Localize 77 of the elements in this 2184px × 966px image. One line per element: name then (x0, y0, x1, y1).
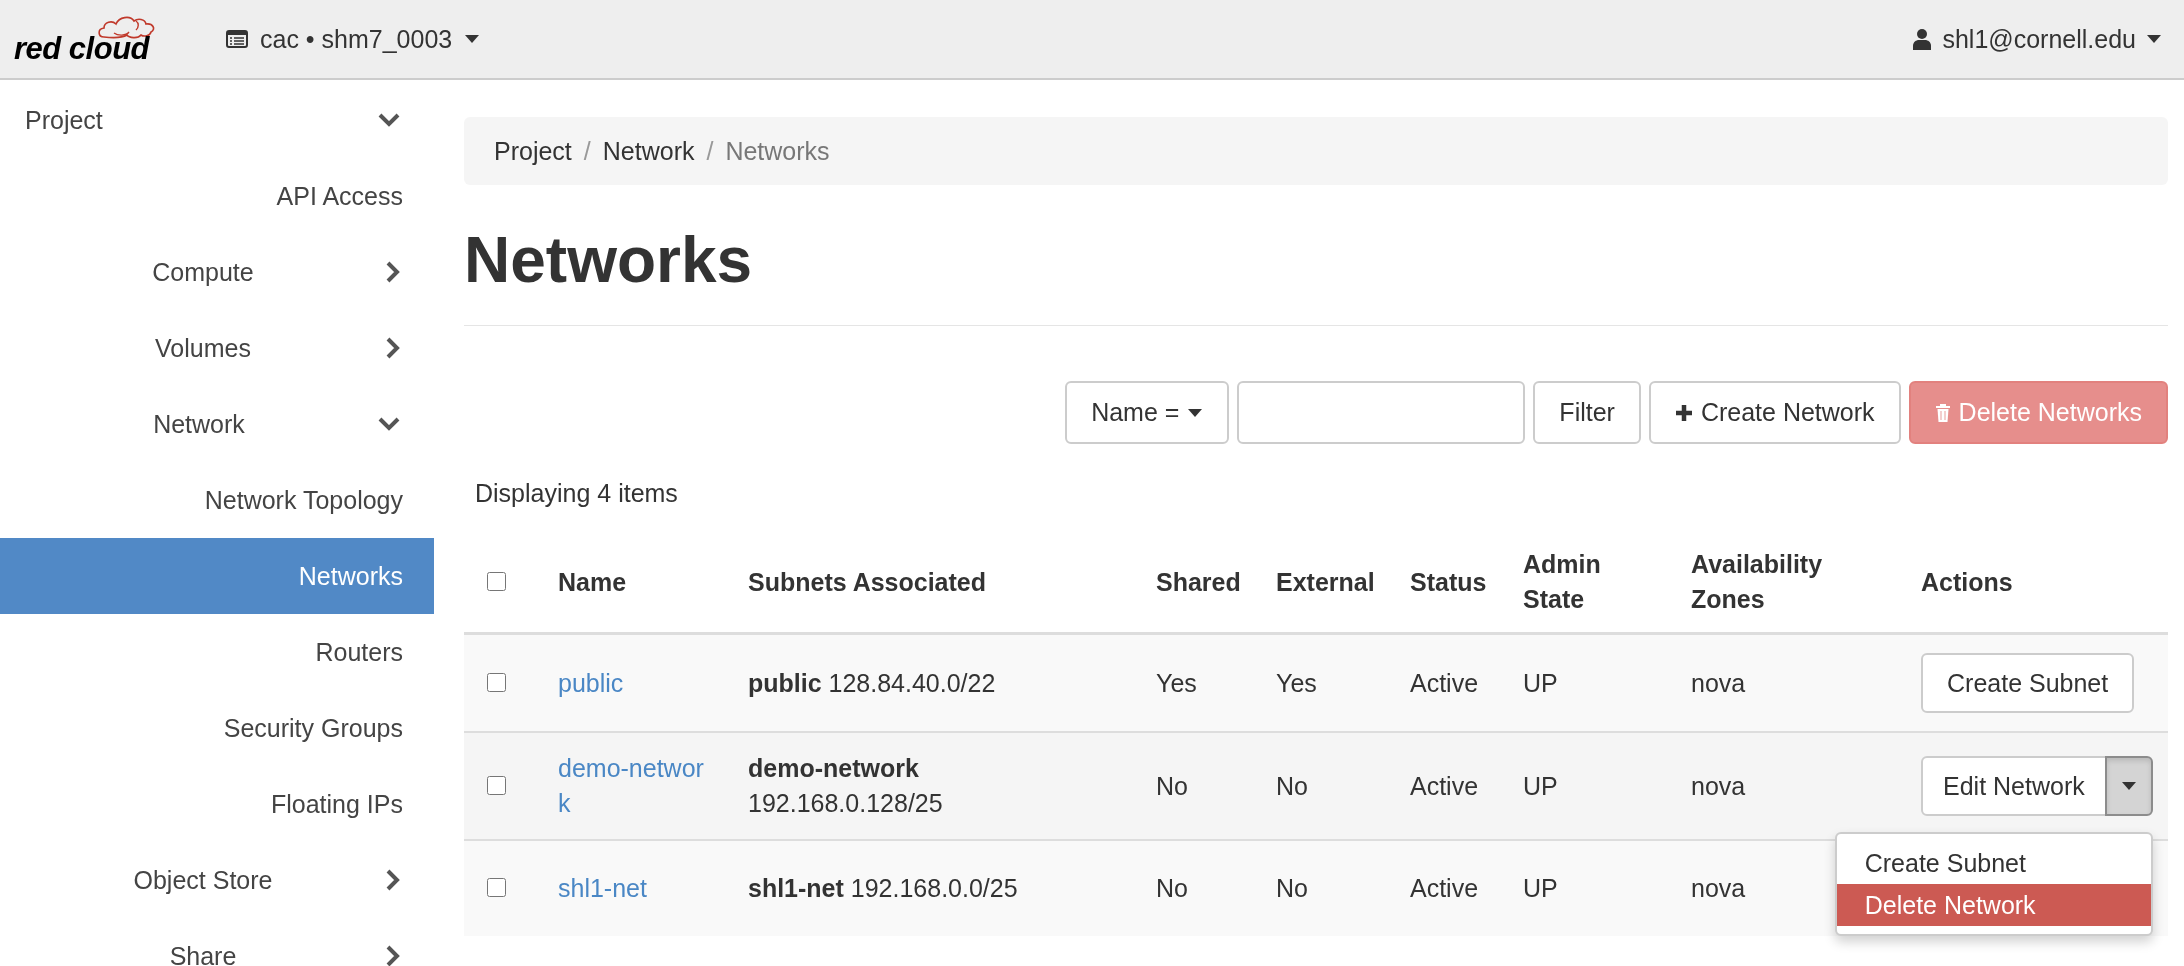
menu-item[interactable]: Delete Network (1836, 884, 2151, 927)
breadcrumb-current-page: Networks (725, 136, 830, 166)
table-cell: Yes (1156, 668, 1197, 697)
name-link[interactable]: public (558, 665, 624, 701)
row-checkbox[interactable] (487, 878, 506, 898)
table-cell: Yes (1276, 668, 1317, 697)
sidebar-item[interactable]: Compute (0, 234, 434, 310)
actions-dropdown-toggle[interactable] (2104, 756, 2153, 817)
page-title: Networks (464, 185, 2168, 327)
sidebar-item[interactable]: API Access (0, 158, 434, 234)
sidebar-item[interactable]: Object Store (0, 842, 434, 918)
table-cell: nova (1691, 668, 1746, 697)
table-cell: No (1276, 874, 1308, 903)
column-header: External (1276, 567, 1375, 596)
sidebar-item[interactable]: Network Topology (0, 462, 434, 538)
table-cell: No (1156, 771, 1188, 800)
table-cell: No (1276, 771, 1308, 800)
caret-icon (1187, 407, 1204, 418)
sidebar-item[interactable]: Share (0, 918, 434, 966)
list-icon (226, 30, 248, 48)
table-cell: No (1156, 874, 1188, 903)
sidebar-item[interactable]: Floating IPs (0, 766, 434, 842)
chevron-right-icon (386, 945, 400, 966)
chevron-right-icon (386, 261, 400, 283)
user-menu[interactable]: shl1@cornell.edu (1912, 24, 2162, 54)
sidebar-item[interactable]: Routers (0, 614, 434, 690)
edit-network-button[interactable]: Edit Network (1921, 756, 2107, 817)
project-selector[interactable]: cac • shm7_0003 (226, 24, 481, 54)
chevron-right-icon (386, 869, 400, 891)
sidebar-item[interactable]: Networks (0, 538, 434, 614)
column-header: Subnets Associated (748, 567, 987, 596)
caret-icon (2120, 781, 2137, 792)
subnet-text: demo-network 192.168.0.128/25 (748, 753, 944, 820)
filter-field-dropdown[interactable]: Name = (1065, 381, 1230, 445)
filter-input[interactable] (1237, 381, 1526, 445)
row-checkbox[interactable] (487, 775, 506, 795)
sidebar-item[interactable]: Project (0, 82, 434, 158)
table-cell: nova (1691, 874, 1746, 903)
sidebar-item[interactable]: Volumes (0, 310, 434, 386)
filter-button[interactable]: Filter (1533, 381, 1641, 445)
table-cell: UP (1523, 874, 1558, 903)
create-network-button[interactable]: Create Network (1648, 381, 1901, 445)
breadcrumb-separator: / (583, 136, 591, 166)
create-subnet-button[interactable]: Create Subnet (1921, 653, 2135, 714)
table-cell: Active (1410, 771, 1479, 800)
table-cell: Active (1410, 668, 1479, 697)
column-header: Availability Zones (1691, 550, 1823, 614)
sidebar-item[interactable]: Security Groups (0, 690, 434, 766)
column-header: Admin State (1523, 550, 1601, 614)
table-cell: nova (1691, 771, 1746, 800)
user-icon (1912, 28, 1933, 50)
column-header: Shared (1156, 567, 1241, 596)
logo-text: red cloud (14, 31, 151, 67)
table-cell: UP (1523, 771, 1558, 800)
sidebar-item[interactable]: Network (0, 386, 434, 462)
chevron-right-icon (386, 337, 400, 359)
table-cell: Active (1410, 874, 1479, 903)
breadcrumb-separator: / (706, 136, 714, 166)
column-header: Name (558, 567, 627, 596)
select-all-checkbox[interactable] (487, 571, 506, 591)
menu-item[interactable]: Create Subnet (1836, 842, 2151, 885)
chevron-down-icon (378, 417, 400, 431)
trash-icon (1934, 402, 1951, 423)
column-header: Actions (1921, 567, 2013, 596)
plus-icon (1674, 403, 1693, 422)
breadcrumb-link[interactable]: Project (494, 136, 572, 166)
caret-icon (2146, 34, 2162, 44)
breadcrumb-link[interactable]: Network (602, 136, 695, 166)
column-header: Status (1410, 567, 1487, 596)
name-link[interactable]: shl1-net (558, 871, 647, 907)
subnet-text: public 128.84.40.0/22 (748, 667, 996, 699)
chevron-down-icon (378, 113, 400, 127)
table-cell: UP (1523, 668, 1558, 697)
item-count: Displaying 4 items (475, 479, 678, 509)
subnet-text: shl1-net 192.168.0.0/25 (748, 873, 1018, 905)
row-checkbox[interactable] (487, 672, 506, 692)
caret-icon (464, 34, 481, 44)
